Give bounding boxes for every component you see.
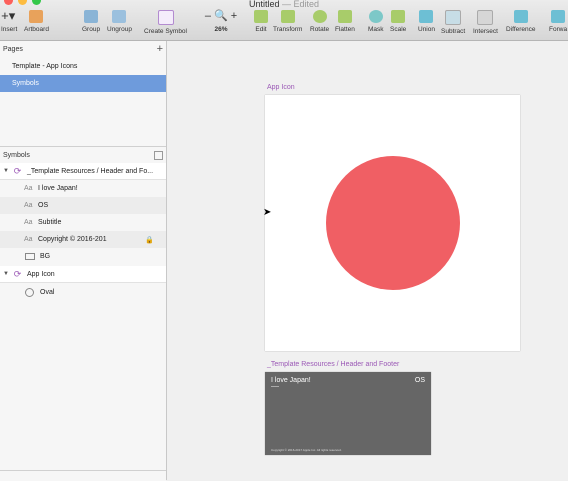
edit-button[interactable]: Edit [254, 10, 268, 33]
layer-filter-bar[interactable] [0, 470, 166, 481]
insert-button[interactable]: +▾ Insert [1, 8, 17, 33]
subtract-icon [445, 10, 462, 25]
subtract-button[interactable]: Subtract [441, 10, 465, 35]
artboard-label-app-icon[interactable]: App Icon [267, 84, 295, 91]
ungroup-button[interactable]: Ungroup [107, 10, 132, 33]
transform-button[interactable]: Transform [273, 10, 302, 33]
page-item-symbols[interactable]: Symbols [0, 75, 166, 92]
layer-group-app-icon[interactable]: ▼ ⟳ App Icon [0, 266, 166, 283]
rotate-icon [312, 10, 327, 23]
layer-item[interactable]: Aa OS [0, 197, 166, 214]
union-icon [419, 10, 434, 23]
artboard-app-icon[interactable] [265, 95, 520, 351]
text-layer-icon: Aa [24, 236, 33, 243]
zoom-control[interactable]: – 🔍 + 26% [204, 10, 238, 33]
mask-icon [368, 10, 383, 23]
sidebar: Pages + Template - App Icons Symbols Sym… [0, 41, 167, 481]
create-symbol-button[interactable]: Create Symbol [144, 10, 187, 35]
layer-group-template[interactable]: ▼ ⟳ _Template Resources / Header and Fo.… [0, 163, 166, 180]
disclosure-down-icon[interactable]: ▼ [2, 271, 10, 277]
artboard-button[interactable]: Artboard [24, 10, 49, 33]
hf-os-text: OS [414, 377, 425, 384]
lock-icon[interactable]: 🔒 [145, 236, 154, 244]
layer-item[interactable]: Aa Subtitle [0, 214, 166, 231]
symbol-icon: ⟳ [13, 268, 22, 279]
zoom-icon: – 🔍 + [204, 10, 238, 22]
transform-icon [280, 10, 295, 23]
hf-title-text: I love Japan! [271, 377, 311, 384]
add-page-icon[interactable]: + [157, 43, 163, 55]
ungroup-icon [112, 10, 127, 23]
text-layer-icon: Aa [24, 202, 33, 209]
window-title: Untitled — Edited [0, 0, 568, 9]
text-layer-icon: Aa [24, 219, 33, 226]
layer-item[interactable]: Oval [0, 284, 166, 301]
hf-copyright-text: Copyright © 2016-2017 Apple Inc. All rig… [271, 448, 342, 452]
scale-button[interactable]: Scale [390, 10, 406, 33]
difference-button[interactable]: Difference [506, 10, 536, 33]
symbol-icon: ⟳ [13, 165, 22, 176]
forward-icon [551, 10, 566, 23]
symbol-icon [157, 10, 174, 25]
group-icon [84, 10, 99, 23]
union-button[interactable]: Union [418, 10, 435, 33]
page-item-template[interactable]: Template - App Icons [0, 58, 166, 75]
artboard-label-header-footer[interactable]: _Template Resources / Header and Footer [267, 361, 399, 368]
rotate-button[interactable]: Rotate [310, 10, 329, 33]
disclosure-down-icon[interactable]: ▼ [2, 168, 10, 174]
text-layer-icon: Aa [24, 185, 33, 192]
layers-header: Symbols [0, 147, 166, 163]
layer-item[interactable]: Aa Copyright © 2016-201 🔒 [0, 231, 166, 248]
difference-icon [513, 10, 528, 23]
artboard-icon [29, 10, 44, 23]
pages-header: Pages + [0, 41, 166, 57]
layers-title: Symbols [3, 151, 30, 159]
collapse-icon[interactable] [154, 150, 163, 160]
oval-icon [25, 288, 34, 297]
intersect-button[interactable]: Intersect [473, 10, 498, 35]
plus-icon: +▾ [1, 8, 16, 23]
edit-icon [254, 10, 268, 23]
rectangle-icon [25, 253, 35, 260]
group-button[interactable]: Group [82, 10, 100, 33]
scale-icon [391, 10, 406, 23]
hf-subtitle-line [271, 386, 279, 387]
canvas[interactable]: App Icon _Template Resources / Header an… [167, 41, 568, 480]
layer-item[interactable]: Aa I love Japan! [0, 180, 166, 197]
intersect-icon [477, 10, 494, 25]
forward-button[interactable]: Forwa [549, 10, 567, 33]
toolbar: Untitled — Edited +▾ Insert Artboard Gro… [0, 0, 568, 41]
mask-button[interactable]: Mask [368, 10, 384, 33]
artboard-header-footer[interactable]: I love Japan! OS Copyright © 2016-2017 A… [265, 372, 431, 455]
oval-shape[interactable] [326, 156, 460, 290]
cursor-icon: ➤ [263, 207, 272, 218]
document-name: Untitled [248, 0, 280, 9]
pages-title: Pages [3, 45, 23, 53]
flatten-button[interactable]: Flatten [335, 10, 355, 33]
flatten-icon [337, 10, 352, 23]
layer-item[interactable]: BG [0, 248, 166, 265]
edited-status: — Edited [282, 0, 320, 9]
